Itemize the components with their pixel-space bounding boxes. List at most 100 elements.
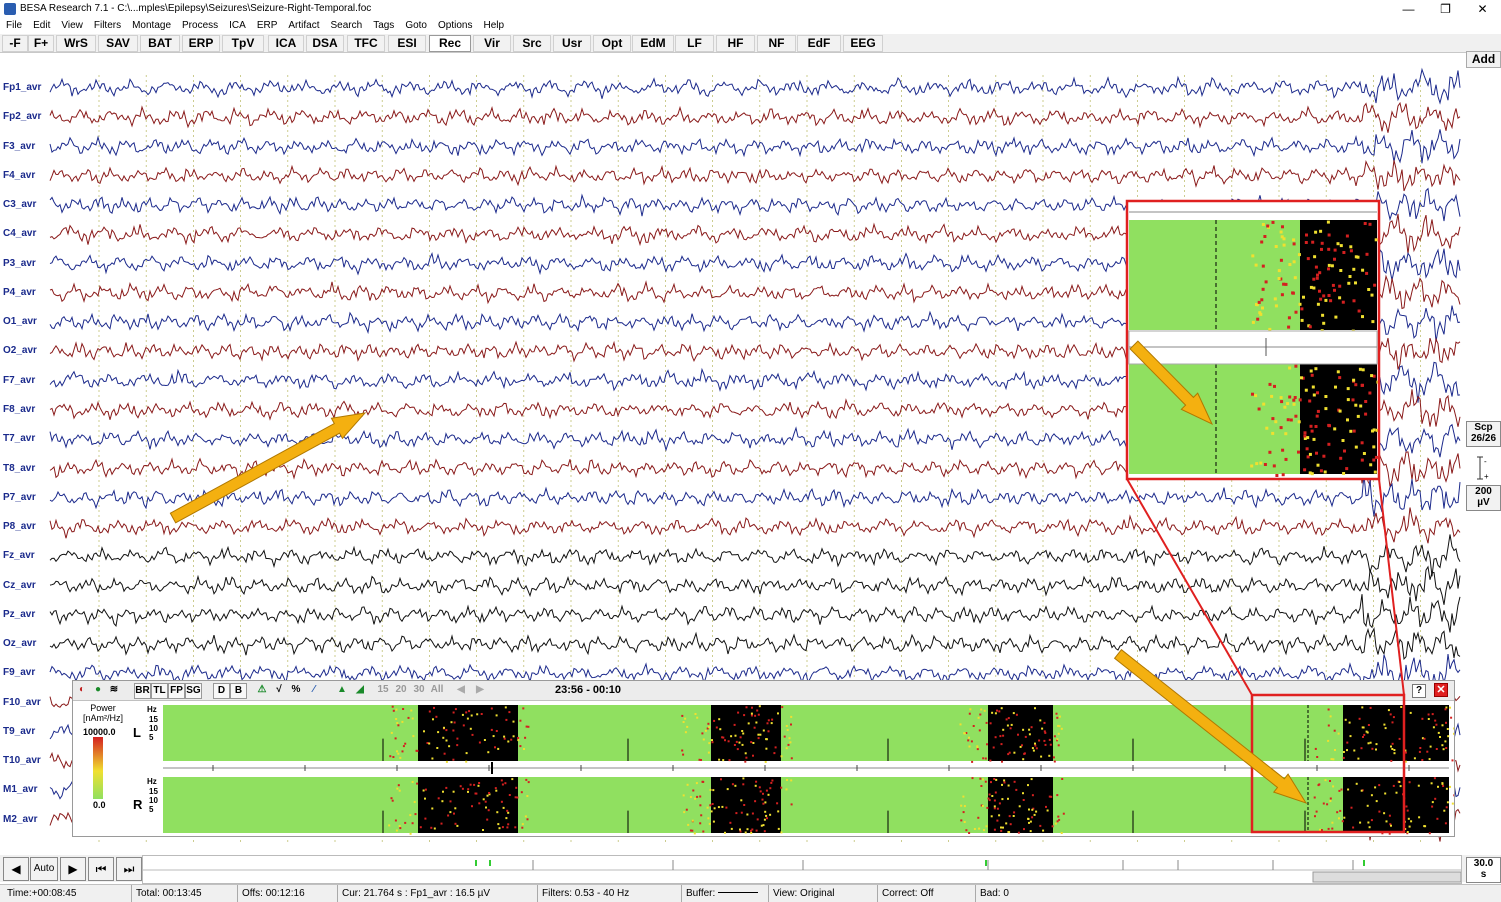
status-filters: Filters: 0.53 - 40 Hz — [537, 885, 629, 902]
amplitude-scale-button[interactable]: 200 µV — [1466, 485, 1501, 511]
eeg-trace-t8_avr — [49, 451, 1461, 487]
scalp-channel-count: 26/26 — [1470, 433, 1497, 444]
app-icon — [4, 3, 16, 15]
timebase-value: 30.0 — [1473, 858, 1494, 869]
toolbar-nf-button[interactable]: NF — [757, 35, 796, 52]
eeg-trace-f3_avr — [49, 129, 1461, 164]
status-total: Total: 00:13:45 — [131, 885, 202, 902]
menu-filters[interactable]: Filters — [88, 18, 126, 33]
toolbar-f-button[interactable]: -F — [2, 35, 28, 52]
menu-search[interactable]: Search — [325, 18, 368, 33]
eeg-trace-cz_avr — [49, 565, 1461, 605]
eeg-trace-c4_avr — [49, 213, 1461, 255]
main-toolbar: -F F+ WrS SAV BAT ERP TpV ICA DSA TFC ESI Rec Vir Src… — [0, 34, 1501, 53]
close-button[interactable]: ✕ — [1464, 0, 1501, 18]
status-bad: Bad: 0 — [975, 885, 1009, 902]
page-back-icon[interactable]: ⏮ — [88, 857, 114, 881]
time-frequency-panel: ◐ ● ≋ BR TL FP SG D B ⚠ √ % ⁄ ▲ ◢ 15 20 … — [72, 680, 1455, 837]
toolbar-esi-button[interactable]: ESI — [388, 35, 426, 52]
eeg-trace-f7_avr — [49, 361, 1461, 403]
toolbar-eeg-button[interactable]: EEG — [843, 35, 883, 52]
menu-bar: File Edit View Filters Montage Process ICA ERP A… — [0, 18, 1501, 33]
eeg-trace-p3_avr — [49, 248, 1461, 281]
auto-button[interactable]: Auto — [30, 857, 58, 881]
add-button[interactable]: Add — [1466, 51, 1501, 68]
toolbar-tpv-button[interactable]: TpV — [222, 35, 264, 52]
toolbar-vir-button[interactable]: Vir — [473, 35, 511, 52]
amplitude-scale-icon: - + — [1477, 456, 1489, 481]
toolbar-erp-button[interactable]: ERP — [182, 35, 220, 52]
toolbar-lf-button[interactable]: LF — [675, 35, 714, 52]
navigation-bar: ◀ Auto ▶ ⏮ ⏭ — [0, 855, 1501, 884]
status-buffer-label: Buffer: — [686, 888, 716, 899]
amplitude-scale-value: 200 — [1475, 486, 1492, 497]
page-forward-icon[interactable]: ⏭ — [116, 857, 142, 881]
amplitude-scale-unit: µV — [1477, 497, 1490, 508]
maximize-button[interactable]: ❐ — [1427, 0, 1464, 18]
eeg-trace-f8_avr — [49, 389, 1461, 433]
timebase-button[interactable]: 30.0 s — [1466, 857, 1501, 883]
tf-left-band — [163, 705, 1454, 763]
menu-file[interactable]: File — [0, 18, 27, 33]
eeg-trace-fp2_avr — [49, 101, 1461, 133]
tf-time-track[interactable] — [163, 762, 1454, 774]
eeg-trace-oz_avr — [49, 626, 1461, 661]
toolbar-edm-button[interactable]: EdM — [632, 35, 674, 52]
time-scrollbar[interactable] — [142, 855, 1462, 884]
toolbar-bat-button[interactable]: BAT — [140, 35, 180, 52]
toolbar-dsa-button[interactable]: DSA — [306, 35, 344, 52]
menu-ica[interactable]: ICA — [223, 18, 251, 33]
eeg-trace-o1_avr — [49, 305, 1461, 342]
eeg-trace-t7_avr — [49, 421, 1461, 458]
status-bar: Time:+00:08:45 Total: 00:13:45 Offs: 00:… — [0, 884, 1501, 902]
menu-edit[interactable]: Edit — [27, 18, 55, 33]
minimize-button[interactable]: — — [1390, 0, 1427, 18]
menu-goto[interactable]: Goto — [399, 18, 432, 33]
tf-spectrogram[interactable] — [73, 681, 1454, 836]
toolbar-opt-button[interactable]: Opt — [593, 35, 631, 52]
eeg-trace-p8_avr — [49, 507, 1461, 544]
tf-right-band — [163, 777, 1454, 835]
scalp-button[interactable]: Scp 26/26 — [1466, 421, 1501, 447]
toolbar-usr-button[interactable]: Usr — [553, 35, 591, 52]
status-buffer: Buffer: — [681, 885, 766, 902]
scalp-button-label: Scp — [1474, 422, 1493, 433]
toolbar-hf-button[interactable]: HF — [716, 35, 755, 52]
svg-text:+: + — [1484, 472, 1489, 481]
timebase-unit: s — [1480, 869, 1487, 880]
play-forward-icon[interactable]: ▶ — [60, 857, 86, 881]
toolbar-sav-button[interactable]: SAV — [98, 35, 138, 52]
menu-process[interactable]: Process — [176, 18, 223, 33]
eeg-trace-p4_avr — [49, 274, 1461, 310]
eeg-trace-fz_avr — [49, 534, 1461, 577]
status-offs: Offs: 00:12:16 — [237, 885, 305, 902]
menu-help[interactable]: Help — [477, 18, 509, 33]
toolbar-f-button[interactable]: F+ — [28, 35, 54, 52]
eeg-trace-f4_avr — [49, 160, 1461, 192]
toolbar-edf-button[interactable]: EdF — [797, 35, 841, 52]
eeg-trace-o2_avr — [49, 337, 1461, 370]
status-view: View: Original — [768, 885, 835, 902]
menu-options[interactable]: Options — [432, 18, 477, 33]
play-back-icon[interactable]: ◀ — [3, 857, 29, 881]
eeg-trace-p7_avr — [49, 475, 1461, 517]
menu-montage[interactable]: Montage — [126, 18, 176, 33]
toolbar-src-button[interactable]: Src — [513, 35, 551, 52]
eeg-trace-c3_avr — [49, 187, 1461, 224]
toolbar-ica-button[interactable]: ICA — [268, 35, 304, 52]
eeg-trace-fp1_avr — [49, 67, 1461, 105]
toolbar-wrs-button[interactable]: WrS — [56, 35, 96, 52]
menu-artifact[interactable]: Artifact — [282, 18, 324, 33]
eeg-trace-pz_avr — [49, 594, 1461, 633]
window-title: BESA Research 7.1 - C:\...mples\Epilepsy… — [20, 3, 372, 14]
toolbar-rec-button[interactable]: Rec — [429, 35, 471, 52]
menu-view[interactable]: View — [55, 18, 88, 33]
menu-tags[interactable]: Tags — [367, 18, 399, 33]
menu-erp[interactable]: ERP — [251, 18, 283, 33]
status-cursor: Cur: 21.764 s : Fp1_avr : 16.5 µV — [337, 885, 490, 902]
title-bar: BESA Research 7.1 - C:\...mples\Epilepsy… — [0, 0, 1501, 18]
status-correct: Correct: Off — [877, 885, 934, 902]
svg-text:-: - — [1484, 457, 1487, 466]
toolbar-tfc-button[interactable]: TFC — [347, 35, 385, 52]
status-time: Time:+00:08:45 — [7, 888, 77, 899]
